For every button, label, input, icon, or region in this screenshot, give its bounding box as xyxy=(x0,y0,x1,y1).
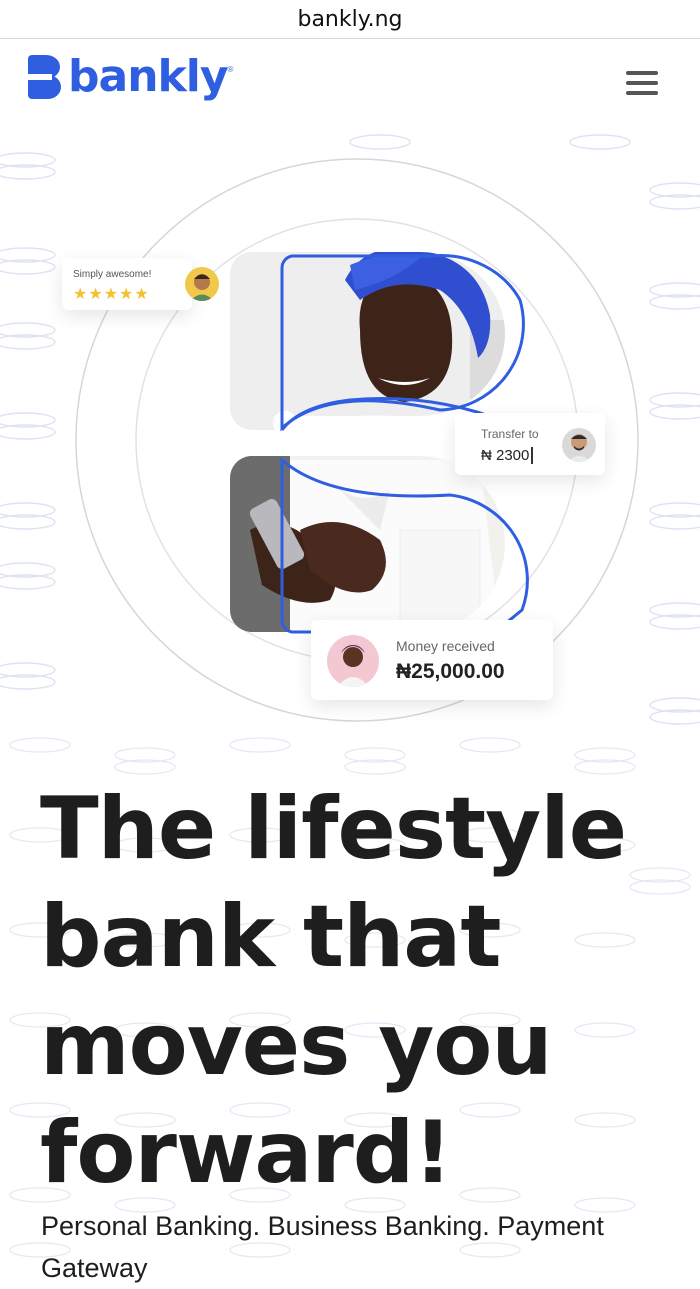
reviewer-avatar xyxy=(185,267,219,301)
bankly-logo[interactable]: bankly ® xyxy=(26,53,233,101)
sender-avatar-icon xyxy=(337,645,369,687)
recipient-avatar-icon xyxy=(567,434,591,462)
bankly-logo-icon xyxy=(28,55,61,99)
star-rating-icon: ★★★★★ xyxy=(73,286,150,303)
photo-bottom xyxy=(230,456,505,632)
site-header: bankly ® xyxy=(0,39,700,129)
brand-name: bankly xyxy=(68,51,229,102)
transfer-label: Transfer to xyxy=(481,427,539,441)
hamburger-menu-icon[interactable] xyxy=(622,71,662,101)
transfer-amount: ₦ 2300 xyxy=(481,447,534,464)
recipient-avatar xyxy=(562,428,596,462)
review-label: Simply awesome! xyxy=(73,269,152,280)
hero-headline: The lifestyle bank that moves you forwar… xyxy=(40,779,627,1203)
browser-url-bar[interactable]: bankly.ng xyxy=(0,0,700,39)
reviewer-avatar-icon xyxy=(190,274,214,301)
review-card: Simply awesome! ★★★★★ xyxy=(62,258,192,310)
money-received-amount: ₦25,000.00 xyxy=(396,660,505,683)
sender-avatar xyxy=(327,635,379,687)
url-text: bankly.ng xyxy=(297,6,403,32)
hero-illustration: Simply awesome! ★★★★★ Transfer to ₦ 2300… xyxy=(0,130,700,740)
money-received-label: Money received xyxy=(396,638,495,654)
hero-subheadline: Personal Banking. Business Banking. Paym… xyxy=(41,1211,604,1283)
registered-mark: ® xyxy=(227,65,234,74)
